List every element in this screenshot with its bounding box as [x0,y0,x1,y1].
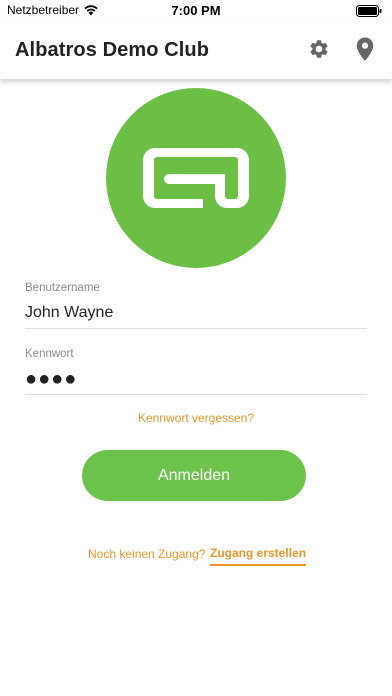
status-bar: Netzbetreiber 7:00 PM [0,0,392,22]
password-underline [25,394,367,395]
club-logo [106,88,286,268]
password-input[interactable] [25,365,367,393]
app-title: Albatros Demo Club [15,39,210,61]
username-underline [25,328,367,329]
username-label: Benutzername [25,282,100,294]
albatros-logo-icon [143,148,249,208]
password-label: Kennwort [25,348,74,360]
username-input[interactable] [25,299,367,327]
login-button[interactable]: Anmelden [82,450,306,501]
signup-prompt: Noch keinen Zugang? [88,547,206,561]
signup-link[interactable]: Zugang erstellen [210,546,307,566]
forgot-password-link[interactable]: Kennwort vergessen? [0,411,392,425]
location-pin-icon[interactable] [356,37,374,61]
gear-icon[interactable] [308,38,330,60]
status-time: 7:00 PM [171,3,221,18]
battery-icon [356,5,382,17]
app-bar: Albatros Demo Club [0,22,392,79]
